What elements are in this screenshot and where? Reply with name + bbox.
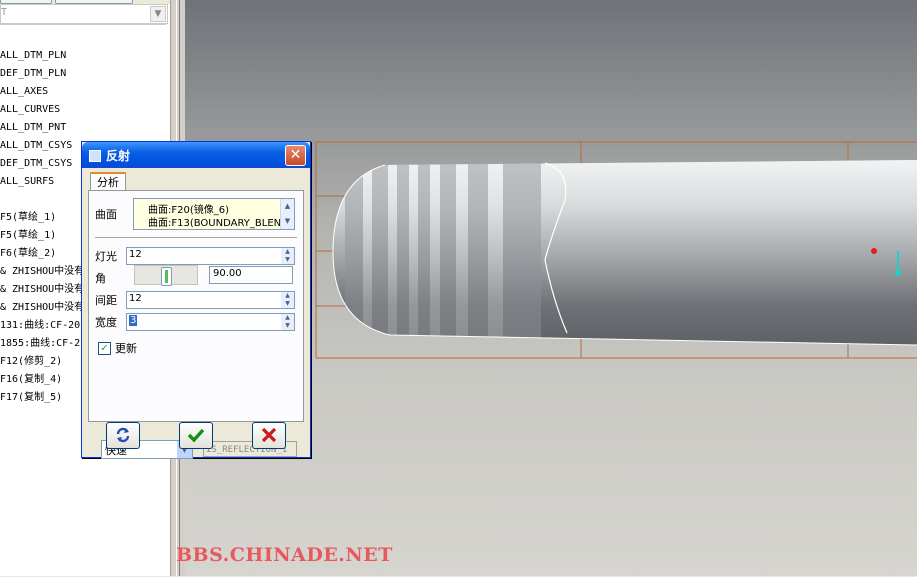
- light-value: 12: [129, 249, 142, 260]
- tree-item[interactable]: ALL_DTM_CSYS: [0, 139, 72, 153]
- refresh-icon: [116, 427, 130, 443]
- csys-origin: [895, 270, 901, 276]
- watermark: BBS.CHINADE.NET: [176, 544, 393, 566]
- angle-label: 角: [95, 272, 106, 285]
- update-checkbox[interactable]: ✓: [98, 342, 111, 355]
- spacing-value: 12: [129, 293, 142, 304]
- tree-item[interactable]: & ZHISHOU中没有: [0, 283, 84, 297]
- tree-item[interactable]: DEF_DTM_PLN: [0, 67, 66, 81]
- light-stepper[interactable]: 12 ▲ ▼: [126, 247, 295, 265]
- tree-item[interactable]: ALL_AXES: [0, 85, 48, 99]
- tree-item[interactable]: ALL_DTM_PLN: [0, 49, 66, 63]
- datum-point: [871, 248, 877, 254]
- tree-item[interactable]: ALL_CURVES: [0, 103, 60, 117]
- spacing-stepper[interactable]: 12 ▲ ▼: [126, 291, 295, 309]
- dialog-titlebar[interactable]: 反射 ✕: [82, 142, 310, 168]
- surface-list-scrollbar[interactable]: ▲ ▼: [280, 199, 294, 229]
- tree-item[interactable]: ALL_SURFS: [0, 175, 54, 189]
- tree-item[interactable]: 1855:曲线:CF-2: [0, 337, 80, 351]
- tree-item[interactable]: & ZHISHOU中没有: [0, 301, 84, 315]
- tree-item[interactable]: 131:曲线:CF-20: [0, 319, 80, 333]
- decrement-icon[interactable]: ▼: [281, 322, 294, 330]
- tree-item[interactable]: DEF_DTM_CSYS: [0, 157, 72, 171]
- surface-item[interactable]: 曲面:F13(BOUNDARY_BLEN: [148, 214, 281, 229]
- decrement-icon[interactable]: ▼: [281, 300, 294, 308]
- surface-collector[interactable]: 曲面:F20(镜像_6) 曲面:F13(BOUNDARY_BLEN ▲ ▼: [133, 198, 295, 230]
- close-icon: [261, 427, 277, 443]
- width-value: 3: [129, 315, 138, 326]
- checkmark-icon: [188, 428, 204, 443]
- repaint-button[interactable]: [106, 422, 140, 449]
- chevron-down-icon[interactable]: ▼: [150, 6, 166, 22]
- decrement-icon[interactable]: ▼: [281, 256, 294, 264]
- reflection-dialog: 反射 ✕ 分析 曲面 曲面:F20(镜像_6) 曲面:F13(BOUNDARY_…: [81, 141, 311, 459]
- window-icon: [89, 150, 101, 162]
- analysis-tab-pane: 曲面 曲面:F20(镜像_6) 曲面:F13(BOUNDARY_BLEN ▲ ▼…: [88, 190, 304, 459]
- increment-icon[interactable]: ▲: [281, 248, 294, 256]
- cancel-button[interactable]: [252, 422, 286, 449]
- width-label: 宽度: [95, 316, 117, 329]
- tree-item[interactable]: F16(复制_4): [0, 373, 62, 387]
- scroll-down-icon[interactable]: ▼: [282, 216, 293, 227]
- increment-icon[interactable]: ▲: [281, 292, 294, 300]
- tab-analysis[interactable]: 分析: [90, 172, 126, 192]
- update-label: 更新: [115, 342, 137, 355]
- close-button[interactable]: ✕: [285, 145, 306, 166]
- angle-input[interactable]: 90.00: [209, 266, 293, 284]
- tree-item[interactable]: F5(草绘_1): [0, 229, 56, 243]
- tree-item[interactable]: F5(草绘_1): [0, 211, 56, 225]
- light-label: 灯光: [95, 250, 117, 263]
- tree-filter-combo[interactable]: T ▼: [0, 4, 168, 24]
- tree-item[interactable]: F12(修剪_2): [0, 355, 62, 369]
- divider: [95, 237, 297, 239]
- dialog-title: 反射: [106, 149, 131, 163]
- tree-item[interactable]: ALL_DTM_PNT: [0, 121, 66, 135]
- surface-label: 曲面: [95, 208, 117, 221]
- angle-slider-thumb[interactable]: [160, 267, 172, 286]
- tree-item[interactable]: F6(草绘_2): [0, 247, 56, 261]
- width-stepper[interactable]: 3 ▲ ▼: [126, 313, 295, 331]
- tree-item[interactable]: & ZHISHOU中没有: [0, 265, 84, 279]
- spacing-label: 间距: [95, 294, 117, 307]
- filter-value: T: [1, 7, 8, 18]
- reflection-surface: [333, 160, 917, 345]
- close-icon: ✕: [289, 147, 302, 163]
- scroll-up-icon[interactable]: ▲: [282, 201, 293, 212]
- angle-value: 90.00: [213, 268, 242, 279]
- ok-button[interactable]: [179, 422, 213, 449]
- increment-icon[interactable]: ▲: [281, 314, 294, 322]
- tree-item[interactable]: F17(复制_5): [0, 391, 62, 405]
